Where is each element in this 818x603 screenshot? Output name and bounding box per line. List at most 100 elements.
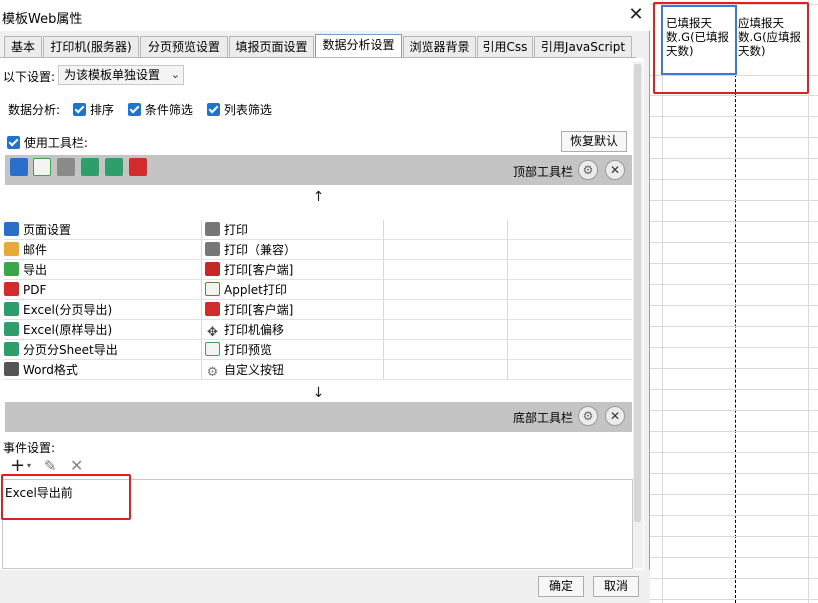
button-print-client-pdf[interactable]: 打印[客户端] [205,302,293,318]
highlight-box-event [1,474,131,520]
tab-data-analysis[interactable]: 数据分析设置 [315,34,402,59]
button-pdf[interactable]: PDF [4,282,46,298]
tab-css[interactable]: 引用Css [477,36,533,58]
button-print-client[interactable]: 打印[客户端] [205,262,293,278]
tab-browser-background[interactable]: 浏览器背景 [403,36,476,58]
close-icon[interactable]: ✕ [605,406,625,426]
excel-sheet-export-icon [4,342,19,356]
option-condition-filter-label: 条件筛选 [144,103,193,117]
button-custom[interactable]: ⚙ 自定义按钮 [205,362,285,380]
use-toolbar-option[interactable]: 使用工具栏: [7,134,88,151]
tab-printer-server[interactable]: 打印机(服务器) [43,36,139,58]
button-label: 打印机偏移 [224,323,285,337]
move-up-arrow[interactable]: ↑ [5,186,632,208]
tab-javascript[interactable]: 引用JavaScript [534,36,632,58]
button-page-setup[interactable]: 页面设置 [4,222,71,238]
grid-line [650,389,818,390]
dialog-footer: 确定 取消 [0,570,650,603]
chevron-down-icon: ⌄ [170,68,180,81]
grid-line [650,95,818,96]
button-grid: 页面设置 邮件 导出 PDF Excel(分页导出) Excel(原样导出) 分… [4,220,632,381]
button-excel-sheet-export[interactable]: 分页分Sheet导出 [4,342,118,358]
custom-button-icon: ⚙ [206,365,219,380]
gear-icon[interactable]: ⚙ [578,406,598,426]
close-icon[interactable]: ✕ [626,5,646,25]
button-label: 页面设置 [23,223,72,237]
page-setup-icon[interactable] [10,158,28,176]
button-export[interactable]: 导出 [4,262,47,278]
button-label: 打印[客户端] [224,263,294,277]
close-icon[interactable]: ✕ [605,160,625,180]
print-preview-icon[interactable] [33,158,51,176]
delete-icon[interactable]: ✕ [70,456,83,475]
button-print-preview[interactable]: 打印预览 [205,342,272,358]
checkbox-sort[interactable] [73,103,86,116]
mail-icon [4,242,19,256]
grid-row [4,240,632,260]
grid-line [650,368,818,369]
button-label: Excel(原样导出) [23,323,113,337]
grid-line [650,137,818,138]
button-mail[interactable]: 邮件 [4,242,47,258]
restore-default-button[interactable]: 恢复默认 [561,131,627,152]
grid-row [4,220,632,240]
tab-page-preview[interactable]: 分页预览设置 [140,36,228,58]
grid-line [650,452,818,453]
button-label: 自定义按钮 [224,363,285,377]
tab-basic[interactable]: 基本 [4,36,42,58]
button-print[interactable]: 打印 [205,222,248,238]
grid-line [650,578,818,579]
grid-line [650,263,818,264]
gear-icon[interactable]: ⚙ [578,160,598,180]
button-label: Excel(分页导出) [23,303,113,317]
grid-line [650,326,818,327]
add-icon[interactable]: + [10,455,25,476]
excel-original-icon[interactable] [105,158,123,176]
button-label: 分页分Sheet导出 [23,343,118,357]
button-printer-offset[interactable]: ✥ 打印机偏移 [205,322,285,340]
scope-select-value: 为该模板单独设置 [64,68,161,82]
title-bar: 模板Web属性 ✕ [0,0,650,31]
ok-button[interactable]: 确定 [538,576,584,597]
tab-fill-page[interactable]: 填报页面设置 [229,36,314,58]
edit-icon[interactable]: ✎ [44,457,57,475]
excel-export-icon[interactable] [81,158,99,176]
top-toolbar-band: 顶部工具栏 ⚙ ✕ [5,155,632,185]
button-print-compatible[interactable]: 打印（兼容） [205,242,296,258]
button-excel-original-export[interactable]: Excel(原样导出) [4,322,112,338]
button-label: 打印[客户端] [224,303,294,317]
button-label: 打印预览 [224,343,273,357]
top-toolbar-label: 顶部工具栏 [513,165,574,179]
vertical-scrollbar[interactable] [633,62,643,568]
excel-original-export-icon [4,322,19,336]
grid-line [650,242,818,243]
grid-line [650,557,818,558]
option-condition-filter[interactable]: 条件筛选 [128,101,193,118]
pdf-icon[interactable] [129,158,147,176]
scope-label: 以下设置: [3,70,56,84]
scrollbar-thumb[interactable] [634,64,641,522]
option-list-filter[interactable]: 列表筛选 [207,101,272,118]
checkbox-condition-filter[interactable] [128,103,141,116]
option-sort-label: 排序 [89,103,114,117]
print-icon[interactable] [57,158,75,176]
chevron-down-icon[interactable]: ▾ [27,461,31,470]
option-sort[interactable]: 排序 [73,101,114,118]
button-applet-print[interactable]: Applet打印 [205,282,287,298]
scope-select[interactable]: 为该模板单独设置 ⌄ [58,65,184,85]
grid-row [4,260,632,280]
use-toolbar-label: 使用工具栏: [23,136,88,150]
events-label: 事件设置: [3,441,56,455]
checkbox-use-toolbar[interactable] [7,136,20,149]
move-down-arrow[interactable]: ↓ [5,382,632,404]
grid-row [4,360,632,380]
analysis-label: 数据分析: [8,103,61,117]
button-word[interactable]: Word格式 [4,362,78,378]
grid-line [650,599,818,600]
button-excel-page-export[interactable]: Excel(分页导出) [4,302,112,318]
checkbox-list-filter[interactable] [207,103,220,116]
bottom-toolbar-label: 底部工具栏 [513,411,574,425]
print-icon [205,222,220,236]
cancel-button[interactable]: 取消 [593,576,639,597]
printer-offset-icon: ✥ [207,325,218,340]
